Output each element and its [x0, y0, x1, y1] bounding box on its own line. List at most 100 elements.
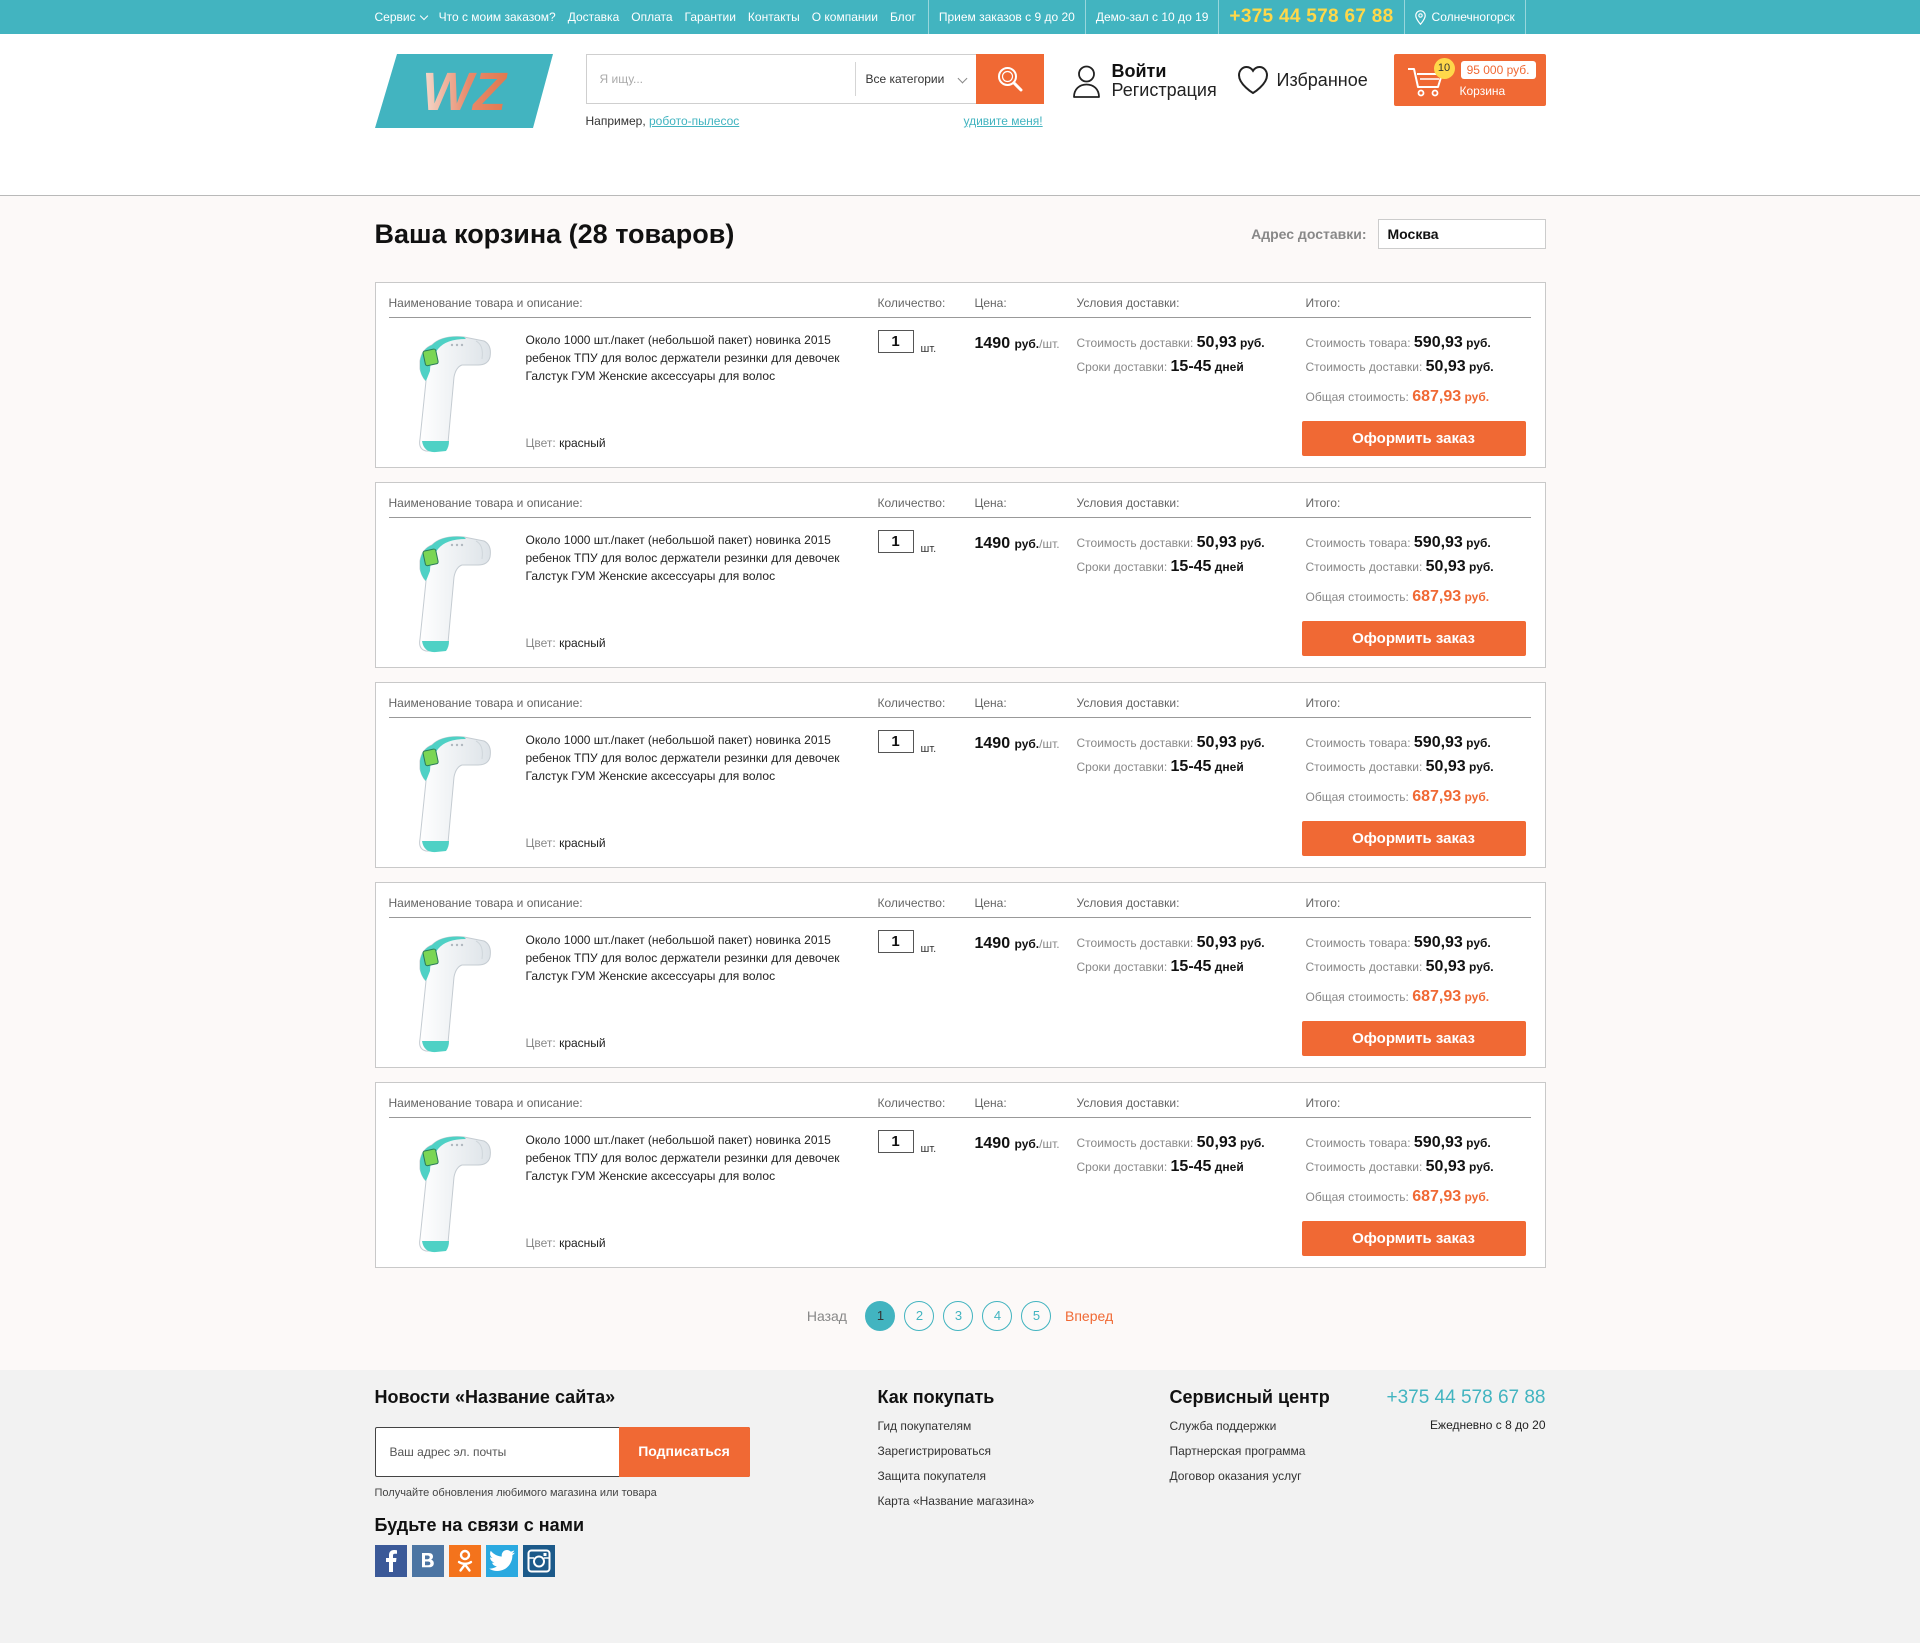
quantity-input[interactable]: 1 [877, 730, 914, 753]
delivery-time: Сроки доставки: 15-45 дней [1077, 758, 1244, 776]
color-label: Цвет: [525, 1236, 556, 1250]
footer-link[interactable]: Карта «Название магазина» [878, 1489, 1035, 1514]
search-hint-link[interactable]: робото-пылесос [649, 114, 739, 128]
quantity-input[interactable]: 1 [877, 330, 914, 353]
cart-label: Корзина [1459, 84, 1506, 98]
top-nav-contacts[interactable]: Контакты [748, 10, 800, 24]
quantity-unit: шт. [920, 1143, 937, 1155]
currency: руб. [1464, 1190, 1490, 1204]
total-cost-value: 687,93 [1412, 1188, 1462, 1205]
product-description[interactable]: Около 1000 шт./пакет (небольшой пакет) н… [526, 531, 856, 585]
checkout-button[interactable]: Оформить заказ [1301, 1021, 1526, 1056]
page-button[interactable]: 4 [982, 1301, 1013, 1331]
col-total: Итого: [1305, 1096, 1341, 1110]
col-total: Итого: [1305, 496, 1341, 510]
total-cost: Общая стоимость: 687,93 руб. [1306, 1188, 1490, 1206]
top-nav-service[interactable]: Сервис [375, 10, 427, 24]
checkout-button[interactable]: Оформить заказ [1301, 621, 1526, 656]
service-center-links: Служба поддержки Партнерская программа Д… [1170, 1414, 1306, 1489]
price-value: 1490 [974, 1135, 1011, 1152]
currency: руб. [1464, 990, 1490, 1004]
currency: руб. [1469, 360, 1494, 374]
footer-link[interactable]: Защита покупателя [878, 1464, 1035, 1489]
search-hint-prefix: Например, [585, 114, 646, 128]
footer-link[interactable]: Гид покупателям [878, 1414, 1035, 1439]
col-price: Цена: [974, 496, 1007, 510]
ship-cost: Стоимость доставки: 50,93 руб. [1306, 358, 1494, 376]
category-select[interactable]: Все категории [854, 62, 976, 96]
instagram-icon[interactable] [522, 1545, 555, 1577]
login-block[interactable]: Войти Регистрация [1072, 62, 1217, 100]
page-head: Ваша корзина (28 товаров) Адрес доставки… [375, 219, 1546, 282]
cart-button[interactable]: 10 95 000 руб. Корзина [1393, 54, 1546, 106]
product-image[interactable] [412, 731, 494, 853]
product-color: Цвет: красный [526, 1236, 606, 1250]
price-currency: руб. [1014, 937, 1040, 951]
footer-link[interactable]: Партнерская программа [1170, 1439, 1306, 1464]
ship-cost-label: Стоимость доставки: [1305, 560, 1423, 574]
page-button[interactable]: 2 [904, 1301, 935, 1331]
vk-icon[interactable] [411, 1545, 444, 1577]
product-image[interactable] [412, 931, 494, 1053]
page-button[interactable]: 3 [943, 1301, 974, 1331]
product-image[interactable] [412, 1131, 494, 1253]
surprise-me-link[interactable]: удивите меня! [964, 114, 1043, 128]
top-phone[interactable]: +375 44 578 67 88 [1219, 0, 1403, 34]
top-nav-guarantees[interactable]: Гарантии [685, 10, 736, 24]
product-description[interactable]: Около 1000 шт./пакет (небольшой пакет) н… [526, 931, 856, 985]
price-value: 1490 [974, 335, 1011, 352]
city-selector[interactable]: Солнечногорск [1405, 0, 1525, 34]
footer-phone[interactable]: +375 44 578 67 88 [1386, 1387, 1545, 1409]
cart-item: Наименование товара и описание: Количест… [374, 1082, 1546, 1268]
price-value: 1490 [974, 935, 1011, 952]
delivery-cost-label: Стоимость доставки: [1076, 736, 1194, 750]
product-description[interactable]: Около 1000 шт./пакет (небольшой пакет) н… [526, 1131, 856, 1185]
delivery-time-unit: дней [1214, 1160, 1244, 1174]
footer-link[interactable]: Служба поддержки [1170, 1414, 1306, 1439]
subscribe-button[interactable]: Подписаться [618, 1427, 750, 1477]
page-button[interactable]: 5 [1021, 1301, 1052, 1331]
quantity-input[interactable]: 1 [877, 1130, 914, 1153]
pagination-prev[interactable]: Назад [807, 1308, 847, 1324]
pagination-next[interactable]: Вперед [1065, 1308, 1113, 1324]
login-link[interactable]: Войти [1112, 62, 1217, 81]
register-link[interactable]: Регистрация [1112, 81, 1217, 100]
price-currency: руб. [1014, 537, 1040, 551]
product-description[interactable]: Около 1000 шт./пакет (небольшой пакет) н… [526, 331, 856, 385]
product-color: Цвет: красный [526, 636, 606, 650]
search-button[interactable] [975, 54, 1044, 104]
top-nav-blog[interactable]: Блог [890, 10, 916, 24]
checkout-button[interactable]: Оформить заказ [1301, 1221, 1526, 1256]
odnoklassniki-icon[interactable] [448, 1545, 481, 1577]
product-description[interactable]: Около 1000 шт./пакет (небольшой пакет) н… [526, 731, 856, 785]
footer-link[interactable]: Договор оказания услуг [1170, 1464, 1306, 1489]
checkout-button[interactable]: Оформить заказ [1301, 421, 1526, 456]
header: WZ Все категории Например, робото-пылесо… [0, 34, 1920, 196]
page-button[interactable]: 1 [865, 1301, 896, 1331]
product-color: Цвет: красный [526, 436, 606, 450]
product-image[interactable] [412, 331, 494, 453]
col-total: Итого: [1305, 296, 1341, 310]
top-nav-about[interactable]: О компании [812, 10, 878, 24]
top-nav-payment[interactable]: Оплата [631, 10, 672, 24]
twitter-icon[interactable] [485, 1545, 518, 1577]
delivery-address-input[interactable]: Москва [1377, 219, 1546, 249]
search-input[interactable] [586, 55, 855, 103]
cart-item: Наименование товара и описание: Количест… [374, 482, 1546, 668]
footer-link[interactable]: Зарегистрироваться [878, 1439, 1035, 1464]
delivery-address-label: Адрес доставки: [1251, 226, 1367, 242]
product-image[interactable] [412, 531, 494, 653]
checkout-button[interactable]: Оформить заказ [1301, 821, 1526, 856]
top-nav-delivery[interactable]: Доставка [568, 10, 620, 24]
favorites-link[interactable]: Избранное [1237, 65, 1368, 95]
quantity-input[interactable]: 1 [877, 530, 914, 553]
quantity-input[interactable]: 1 [877, 930, 914, 953]
cart-count-badge: 10 [1433, 58, 1455, 79]
facebook-icon[interactable] [374, 1545, 407, 1577]
unit-price: 1490 руб./шт. [975, 535, 1060, 553]
cart-sum: 95 000 руб. [1460, 61, 1536, 79]
top-nav-order-status[interactable]: Что с моим заказом? [439, 10, 556, 24]
quantity: 1 шт. [877, 1130, 937, 1155]
site-logo[interactable]: WZ [374, 54, 553, 128]
email-input[interactable] [375, 1428, 619, 1476]
